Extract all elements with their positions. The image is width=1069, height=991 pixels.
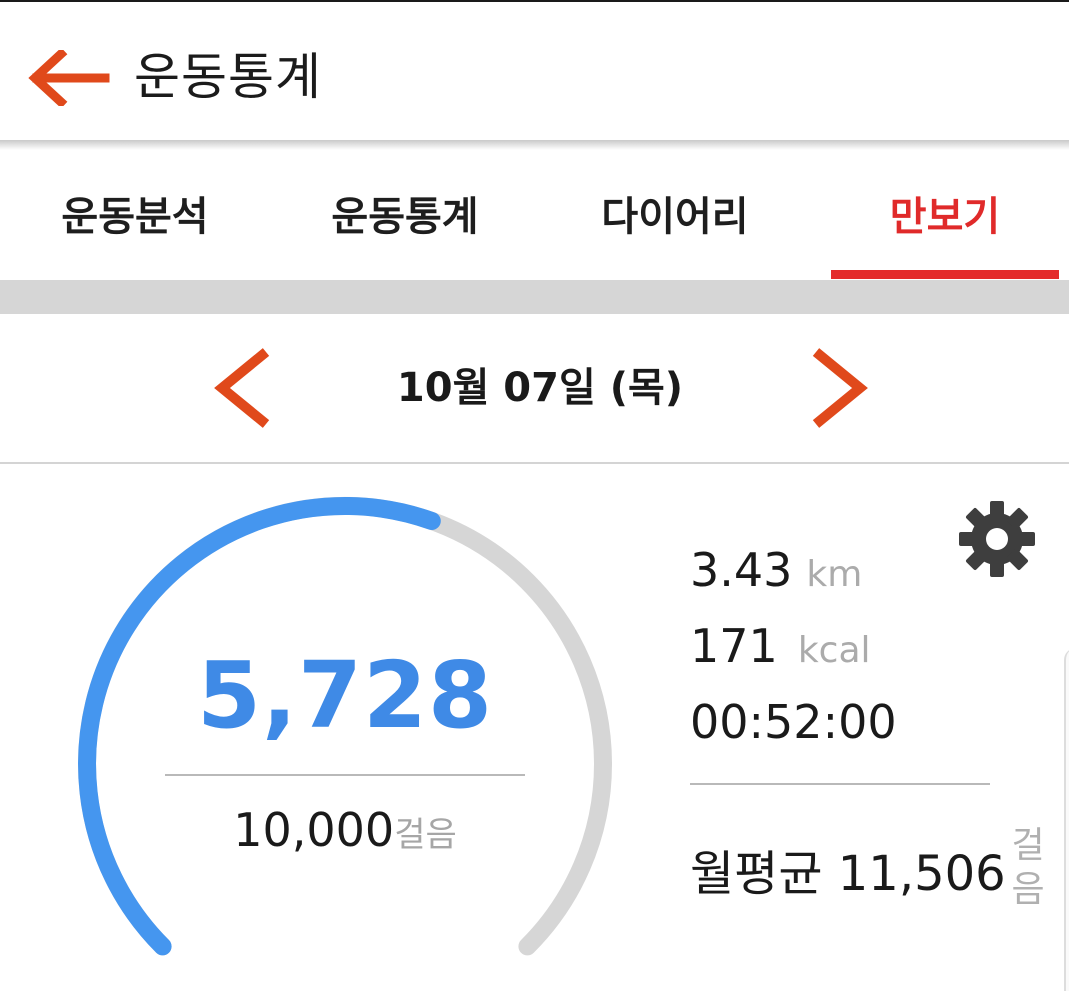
gear-icon [959,501,1035,577]
tab-pedometer[interactable]: 만보기 [815,150,1069,280]
step-goal: 10,000걸음 [140,800,550,871]
calories-stat: 171 kcal [690,618,871,685]
monthly-average: 월평균 11,506 [690,846,1006,902]
step-count: 5,728 [196,642,493,749]
tab-diary[interactable]: 다이어리 [545,150,805,280]
settings-button[interactable] [952,494,1042,584]
duration-value: 00:52:00 [690,695,897,749]
tab-exercise-stats[interactable]: 운동통계 [275,150,535,280]
tab-exercise-analysis[interactable]: 운동분석 [5,150,265,280]
section-separator [0,280,1069,314]
app-bar-shadow [0,140,1069,150]
back-button[interactable] [20,40,116,116]
step-divider [165,774,525,776]
distance-stat: 3.43 km [690,542,862,609]
calories-value: 171 [690,619,778,673]
chevron-right-icon [812,348,868,428]
page-title: 운동통계 [134,48,322,106]
arrow-left-icon [28,50,110,106]
calories-unit: kcal [797,630,871,671]
tab-bar: 운동분석 운동통계 다이어리 만보기 [0,150,1069,280]
step-goal-value: 10,000 [233,803,395,857]
current-date: 10월 07일 (목) [396,365,684,411]
monthly-unit-char-2: 음 [1011,869,1045,910]
stats-divider [690,783,990,785]
next-day-button[interactable] [798,342,882,434]
side-panel-edge [1064,648,1069,991]
active-tab-indicator [831,270,1059,279]
previous-day-button[interactable] [200,342,284,434]
app-bar: 운동통계 [0,2,1069,140]
chevron-left-icon [214,348,270,428]
distance-value: 3.43 [690,543,793,597]
monthly-unit-char-1: 걸 [1011,825,1045,866]
distance-unit: km [806,554,863,595]
pedometer-screen: 운동통계 운동분석 운동통계 다이어리 만보기 10월 07일 (목) 5,72… [0,0,1069,991]
monthly-average-unit: 걸음 [1006,824,1050,912]
date-navigator: 10월 07일 (목) [0,314,1069,462]
duration-stat: 00:52:00 [690,694,897,761]
step-goal-unit: 걸음 [394,815,457,855]
